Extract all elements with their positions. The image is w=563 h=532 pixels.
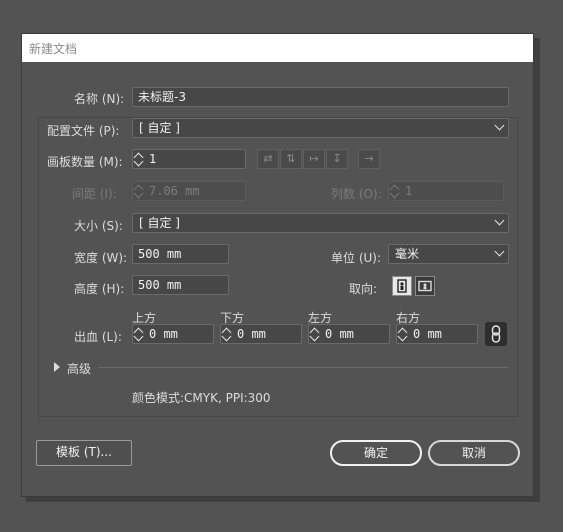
landscape-icon (418, 280, 432, 292)
profile-label: 配置文件 (P): (47, 124, 120, 138)
bleed-right-input[interactable]: 0 mm (396, 324, 478, 344)
ok-button[interactable]: 确定 (330, 440, 422, 466)
bleed-right-value: 0 mm (413, 327, 442, 341)
units-label: 单位 (U): (331, 251, 382, 265)
width-label: 宽度 (W): (74, 251, 128, 265)
columns-value: 1 (405, 184, 413, 198)
columns-label: 列数 (O): (331, 187, 382, 201)
profile-select[interactable]: [ 自定 ] (132, 118, 509, 138)
spacing-label: 间距 (I): (72, 187, 117, 201)
chevron-down-icon (494, 246, 505, 257)
stepper-icon (133, 182, 146, 200)
stepper-icon[interactable] (309, 325, 322, 343)
stepper-icon[interactable] (133, 325, 146, 343)
arrange-by-column-icon[interactable]: ↧ (326, 149, 348, 169)
height-label: 高度 (H): (74, 282, 125, 296)
templates-button[interactable]: 模板 (T)... (36, 440, 132, 466)
spacing-input[interactable]: 7.06 mm (132, 181, 246, 201)
size-label: 大小 (S): (74, 219, 123, 233)
expand-triangle-icon[interactable] (54, 362, 60, 372)
stepper-icon[interactable] (221, 325, 234, 343)
units-select-value: 毫米 (395, 247, 420, 261)
bleed-label: 出血 (L): (74, 330, 122, 344)
document-name-input[interactable]: 未标题-3 (132, 87, 509, 107)
bleed-left-input[interactable]: 0 mm (308, 324, 390, 344)
size-select-value: [ 自定 ] (139, 216, 180, 230)
bleed-bottom-input[interactable]: 0 mm (220, 324, 302, 344)
new-document-dialog: 新建文档 名称 (N): 未标题-3 配置文件 (P): [ 自定 ] 画板数量… (21, 33, 534, 497)
bleed-top-value: 0 mm (149, 327, 178, 341)
size-select[interactable]: [ 自定 ] (132, 213, 509, 233)
color-mode-info: 颜色模式:CMYK, PPI:300 (132, 391, 271, 405)
height-input[interactable]: 500 mm (132, 275, 229, 295)
stepper-icon (389, 182, 402, 200)
stepper-icon[interactable] (133, 150, 146, 168)
units-select[interactable]: 毫米 (388, 244, 509, 264)
dialog-title: 新建文档 (29, 42, 78, 56)
chain-link-icon (491, 325, 501, 343)
dialog-titlebar: 新建文档 (22, 34, 533, 62)
link-bleed-button[interactable] (485, 322, 507, 346)
advanced-toggle[interactable]: 高级 (67, 360, 91, 377)
spacing-value: 7.06 mm (149, 184, 200, 198)
portrait-icon (397, 279, 407, 293)
bleed-bottom-value: 0 mm (237, 327, 266, 341)
grid-by-column-icon[interactable]: ⇅ (280, 149, 302, 169)
chevron-down-icon (494, 215, 505, 226)
landscape-orientation-button[interactable] (415, 276, 435, 296)
bleed-left-value: 0 mm (325, 327, 354, 341)
cancel-button[interactable]: 取消 (428, 440, 520, 466)
orientation-label: 取向: (349, 282, 378, 296)
arrange-by-row-icon[interactable]: ↦ (303, 149, 325, 169)
advanced-divider (98, 367, 508, 368)
name-label: 名称 (N): (74, 92, 125, 106)
artboards-count-value: 1 (149, 152, 157, 166)
chevron-down-icon (494, 120, 505, 131)
bleed-top-input[interactable]: 0 mm (132, 324, 214, 344)
width-input[interactable]: 500 mm (132, 244, 229, 264)
stepper-icon[interactable] (397, 325, 410, 343)
portrait-orientation-button[interactable] (392, 276, 412, 296)
profile-select-value: [ 自定 ] (139, 121, 180, 135)
artboards-label: 画板数量 (M): (47, 155, 123, 169)
layout-direction-icon[interactable]: → (358, 149, 380, 169)
artboards-count-input[interactable]: 1 (132, 149, 246, 169)
columns-input[interactable]: 1 (388, 181, 504, 201)
grid-by-row-icon[interactable]: ⇄ (257, 149, 279, 169)
